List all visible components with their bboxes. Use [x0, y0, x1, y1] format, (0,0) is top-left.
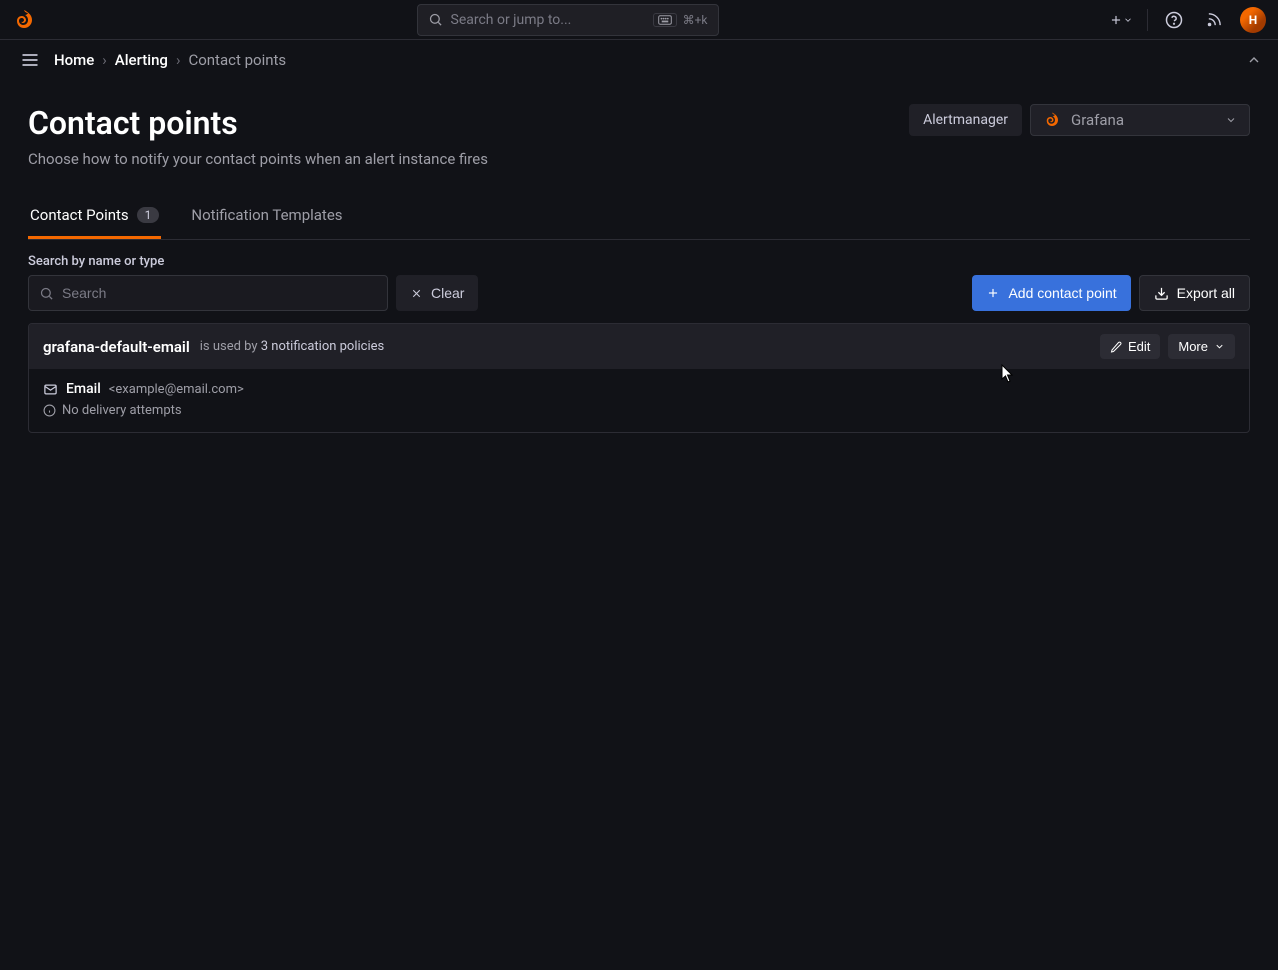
alertmanager-selected: Grafana: [1071, 111, 1124, 129]
alertmanager-select[interactable]: Grafana: [1030, 104, 1250, 136]
plus-icon: [986, 286, 1000, 300]
page-body: Contact points Choose how to notify your…: [0, 80, 1278, 457]
topbar-right: H: [1107, 6, 1266, 34]
download-icon: [1154, 286, 1169, 301]
add-menu-button[interactable]: [1107, 6, 1135, 34]
breadcrumb-alerting[interactable]: Alerting: [115, 51, 168, 69]
tab-contact-points[interactable]: Contact Points 1: [28, 196, 161, 239]
search-icon: [39, 286, 54, 301]
contact-point-body: Email <example@email.com> No delivery at…: [29, 369, 1249, 432]
button-label: Clear: [431, 285, 464, 301]
button-label: Export all: [1177, 285, 1235, 301]
chevron-down-icon: [1214, 341, 1225, 352]
search-input-wrap: [28, 275, 388, 311]
search-icon: [428, 12, 443, 27]
toolbar: Search by name or type Clear Add contact…: [28, 254, 1250, 311]
pencil-icon: [1110, 341, 1122, 353]
rss-icon[interactable]: [1200, 6, 1228, 34]
breadcrumb: Home › Alerting › Contact points: [54, 51, 286, 69]
search-label: Search by name or type: [28, 254, 388, 269]
status-text: No delivery attempts: [62, 403, 182, 418]
button-label: Add contact point: [1008, 285, 1116, 301]
breadcrumb-home[interactable]: Home: [54, 51, 94, 69]
contact-point-name: grafana-default-email: [43, 338, 190, 356]
breadcrumb-row: Home › Alerting › Contact points: [0, 40, 1278, 80]
contact-point-header: grafana-default-email is used by 3 notif…: [29, 324, 1249, 369]
chevron-down-icon: [1225, 114, 1237, 126]
export-all-button[interactable]: Export all: [1139, 275, 1250, 311]
info-icon: [43, 404, 56, 417]
keyboard-hint: ⌘+k: [653, 13, 708, 27]
chevron-up-icon[interactable]: [1246, 52, 1262, 68]
tab-label: Notification Templates: [191, 206, 342, 224]
tab-label: Contact Points: [30, 206, 129, 224]
global-search[interactable]: Search or jump to... ⌘+k: [417, 4, 719, 36]
keyboard-icon: [653, 13, 677, 27]
tab-count-badge: 1: [137, 207, 160, 223]
chevron-right-icon: ›: [176, 51, 181, 69]
page-subtitle: Choose how to notify your contact points…: [28, 150, 488, 168]
top-bar: Search or jump to... ⌘+k H: [0, 0, 1278, 40]
contact-point-status: No delivery attempts: [43, 403, 1235, 418]
more-button[interactable]: More: [1168, 334, 1235, 359]
menu-icon[interactable]: [16, 46, 44, 74]
grafana-logo-icon[interactable]: [12, 8, 36, 32]
button-label: Edit: [1128, 339, 1150, 354]
contact-point-type: Email: [66, 381, 101, 397]
tab-notification-templates[interactable]: Notification Templates: [189, 196, 344, 239]
contact-point-card: grafana-default-email is used by 3 notif…: [28, 323, 1250, 433]
alertmanager-picker: Alertmanager Grafana: [909, 104, 1250, 136]
breadcrumb-current: Contact points: [188, 51, 286, 69]
global-search-placeholder: Search or jump to...: [451, 12, 572, 28]
help-icon[interactable]: [1160, 6, 1188, 34]
search-input[interactable]: [62, 285, 377, 301]
avatar[interactable]: H: [1240, 7, 1266, 33]
close-icon: [410, 287, 423, 300]
page-header: Contact points Choose how to notify your…: [28, 104, 1250, 168]
divider: [1147, 9, 1148, 31]
alertmanager-label: Alertmanager: [909, 104, 1022, 136]
contact-point-usage: is used by 3 notification policies: [200, 339, 385, 354]
edit-button[interactable]: Edit: [1100, 334, 1160, 359]
chevron-right-icon: ›: [102, 51, 107, 69]
add-contact-point-button[interactable]: Add contact point: [972, 275, 1130, 311]
mail-icon: [43, 382, 58, 397]
grafana-logo-icon: [1043, 111, 1061, 129]
page-title: Contact points: [28, 104, 488, 142]
button-label: More: [1178, 339, 1208, 354]
clear-button[interactable]: Clear: [396, 275, 478, 311]
contact-point-address: <example@email.com>: [109, 382, 244, 397]
tabs: Contact Points 1 Notification Templates: [28, 196, 1250, 240]
